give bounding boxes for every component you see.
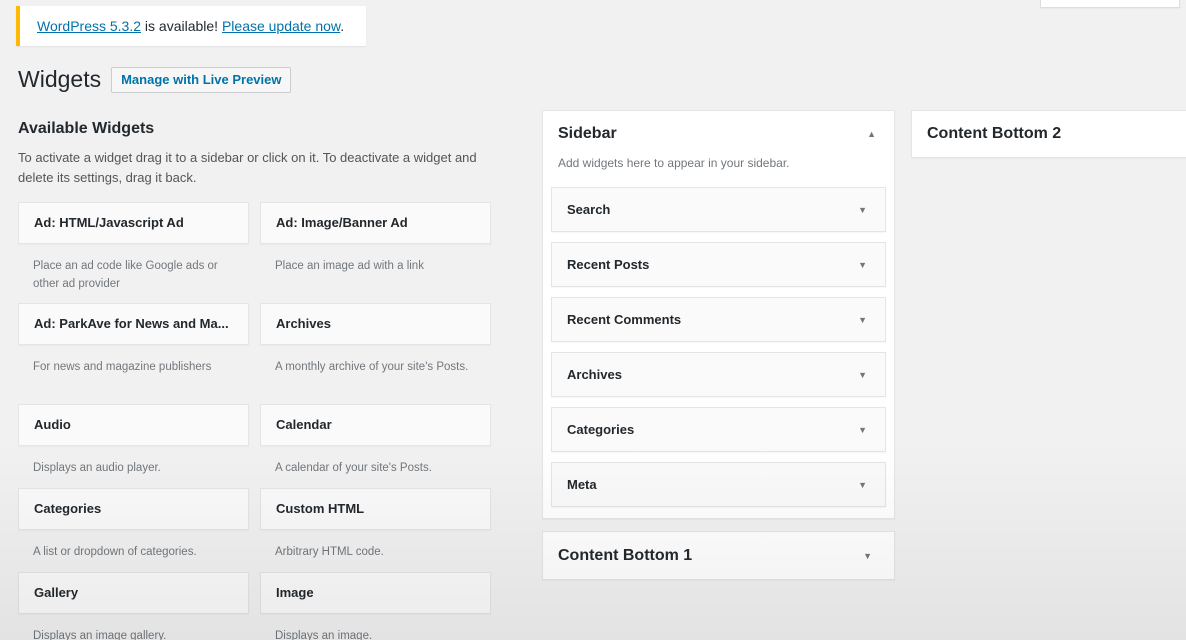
available-widget: Image Displays an image. bbox=[260, 572, 491, 640]
available-widget-description: Displays an audio player. bbox=[33, 462, 161, 474]
content-bottom-1-area[interactable]: Content Bottom 1 ▼ bbox=[542, 531, 895, 580]
available-widget-title[interactable]: Gallery bbox=[18, 572, 249, 614]
available-widget-title[interactable]: Audio bbox=[18, 404, 249, 446]
content-bottom-2-area[interactable]: Content Bottom 2 bbox=[911, 110, 1186, 158]
available-widget-title[interactable]: Ad: Image/Banner Ad bbox=[260, 202, 491, 244]
available-widget-description: Place an ad code like Google ads or othe… bbox=[33, 260, 218, 290]
widgets-page: WordPress 5.3.2 is available! Please upd… bbox=[0, 0, 1186, 640]
update-now-link[interactable]: Please update now bbox=[222, 18, 340, 34]
caret-down-icon[interactable]: ▼ bbox=[858, 315, 867, 325]
available-widgets-list: Ad: HTML/Javascript Ad Place an ad code … bbox=[18, 202, 498, 640]
available-widget-description: A calendar of your site's Posts. bbox=[275, 462, 432, 474]
sidebar-widget-meta[interactable]: Meta ▼ bbox=[551, 462, 886, 507]
available-widget: Categories A list or dropdown of categor… bbox=[18, 488, 249, 572]
sidebar-widget-recent-comments[interactable]: Recent Comments ▼ bbox=[551, 297, 886, 342]
available-widget-title[interactable]: Categories bbox=[18, 488, 249, 530]
sidebar-widget-search[interactable]: Search ▼ bbox=[551, 187, 886, 232]
wordpress-version-link[interactable]: WordPress 5.3.2 bbox=[37, 18, 141, 34]
available-widget-description: A list or dropdown of categories. bbox=[33, 546, 197, 558]
available-widget-title[interactable]: Ad: HTML/Javascript Ad bbox=[18, 202, 249, 244]
caret-down-icon[interactable]: ▼ bbox=[858, 370, 867, 380]
available-widget: Audio Displays an audio player. bbox=[18, 404, 249, 488]
sidebar-widget-recent-posts[interactable]: Recent Posts ▼ bbox=[551, 242, 886, 287]
available-widget-title[interactable]: Archives bbox=[260, 303, 491, 345]
sidebar-area-header[interactable]: Sidebar ▲ bbox=[543, 111, 894, 157]
sidebar-widget-categories[interactable]: Categories ▼ bbox=[551, 407, 886, 452]
page-title: Widgets bbox=[18, 66, 102, 92]
available-widgets-title: Available Widgets bbox=[18, 120, 155, 137]
available-widget-description: For news and magazine publishers bbox=[33, 361, 212, 373]
available-widget: Ad: ParkAve for News and Ma... For news … bbox=[18, 303, 249, 404]
available-widget: Custom HTML Arbitrary HTML code. bbox=[260, 488, 491, 572]
available-widget-title[interactable]: Custom HTML bbox=[260, 488, 491, 530]
update-notice-end: . bbox=[340, 18, 345, 34]
update-notice: WordPress 5.3.2 is available! Please upd… bbox=[16, 6, 366, 46]
update-notice-text: is available! bbox=[141, 18, 222, 34]
available-widget-description: Displays an image. bbox=[275, 630, 373, 640]
content-bottom-1-title: Content Bottom 1 bbox=[558, 546, 693, 564]
available-widget-title[interactable]: Calendar bbox=[260, 404, 491, 446]
sidebar-widget-list: Search ▼ Recent Posts ▼ Recent Comments … bbox=[543, 187, 894, 507]
caret-down-icon[interactable]: ▼ bbox=[858, 480, 867, 490]
sidebar-widget-title: Categories bbox=[567, 422, 635, 437]
available-widget-title[interactable]: Image bbox=[260, 572, 491, 614]
available-widget-description: Arbitrary HTML code. bbox=[275, 546, 384, 558]
available-widget: Archives A monthly archive of your site'… bbox=[260, 303, 491, 404]
available-widget-description: Displays an image gallery. bbox=[33, 630, 167, 640]
available-widget: Ad: Image/Banner Ad Place an image ad wi… bbox=[260, 202, 491, 303]
caret-down-icon[interactable]: ▼ bbox=[858, 425, 867, 435]
available-widget-description: A monthly archive of your site's Posts. bbox=[275, 361, 469, 373]
sidebar-widget-title: Archives bbox=[567, 367, 622, 382]
available-widget-description: Place an image ad with a link bbox=[275, 260, 424, 272]
available-widgets-description: To activate a widget drag it to a sideba… bbox=[18, 150, 477, 185]
screen-options-tab[interactable] bbox=[1040, 0, 1180, 8]
caret-down-icon[interactable]: ▼ bbox=[863, 551, 872, 561]
sidebar-widget-archives[interactable]: Archives ▼ bbox=[551, 352, 886, 397]
sidebar-widget-title: Search bbox=[567, 202, 611, 217]
manage-live-preview-button[interactable]: Manage with Live Preview bbox=[111, 66, 292, 93]
sidebar-widget-title: Recent Posts bbox=[567, 257, 650, 272]
caret-down-icon[interactable]: ▼ bbox=[858, 260, 867, 270]
available-widget: Ad: HTML/Javascript Ad Place an ad code … bbox=[18, 202, 249, 303]
sidebar-widget-title: Meta bbox=[567, 477, 597, 492]
available-widget-title[interactable]: Ad: ParkAve for News and Ma... bbox=[18, 303, 249, 345]
available-widget: Gallery Displays an image gallery. bbox=[18, 572, 249, 640]
available-widget: Calendar A calendar of your site's Posts… bbox=[260, 404, 491, 488]
sidebar-area-title: Sidebar bbox=[558, 125, 617, 142]
available-widgets-panel: Available Widgets To activate a widget d… bbox=[18, 120, 498, 640]
sidebar-widget-title: Recent Comments bbox=[567, 312, 682, 327]
sidebar-area-description: Add widgets here to appear in your sideb… bbox=[558, 156, 790, 170]
caret-down-icon[interactable]: ▼ bbox=[858, 205, 867, 215]
content-bottom-2-title: Content Bottom 2 bbox=[927, 125, 1062, 142]
page-heading: Widgets Manage with Live Preview bbox=[18, 66, 292, 93]
sidebar-widget-area: Sidebar ▲ Add widgets here to appear in … bbox=[542, 110, 895, 519]
caret-up-icon[interactable]: ▲ bbox=[867, 129, 876, 139]
